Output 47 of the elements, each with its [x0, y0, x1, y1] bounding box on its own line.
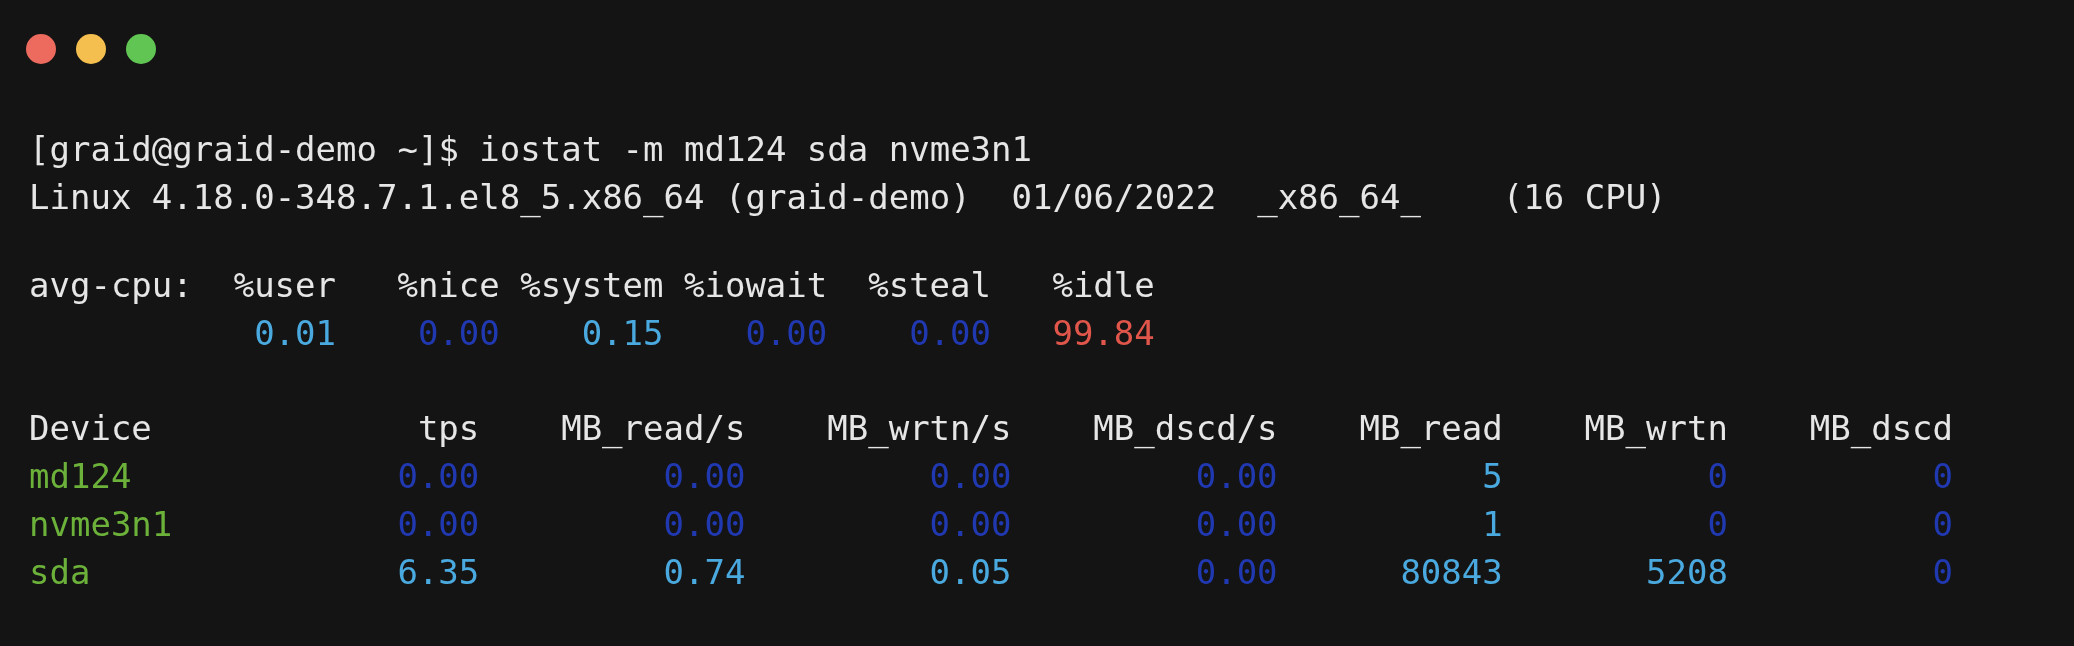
cpu-value: 99.84	[1052, 312, 1155, 355]
column-header: %system	[520, 264, 664, 307]
table-value: 0.05	[929, 551, 1012, 594]
column-header: Device	[29, 407, 152, 450]
column-header: MB_wrtn/s	[827, 407, 1012, 451]
table-value: 0.00	[397, 455, 480, 498]
table-value: 0.00	[929, 503, 1012, 546]
cpu-value: 0.15	[581, 312, 664, 355]
table-value: 0.00	[1195, 503, 1278, 546]
cpu-value: 0.00	[417, 312, 500, 355]
table-value: 0.00	[663, 455, 746, 498]
table-value: 5	[1482, 455, 1503, 498]
device-name: nvme3n1	[29, 503, 173, 546]
column-header: MB_wrtn	[1584, 407, 1728, 451]
table-value: 0.00	[397, 503, 480, 546]
table-value: 0.74	[663, 551, 746, 594]
cpu-value: 0.00	[909, 312, 992, 355]
column-header: %steal	[868, 264, 992, 307]
column-header: tps	[417, 407, 480, 450]
table-value: 0	[1932, 551, 1954, 594]
column-header: MB_dscd	[1809, 407, 1954, 451]
table-value: 1	[1482, 503, 1503, 546]
table-value: 0	[1707, 503, 1728, 546]
cpu-value: 0.00	[745, 312, 828, 355]
table-value: 0	[1707, 455, 1728, 498]
system-info-line: Linux 4.18.0-348.7.1.el8_5.x86_64 (graid-demo) 01/06/2022 _x86_64_ (16 CPU)	[29, 176, 1667, 220]
table-value: 5208	[1646, 551, 1728, 594]
table-value: 6.35	[397, 551, 480, 594]
table-value: 0.00	[663, 503, 746, 546]
column-header: MB_dscd/s	[1093, 407, 1278, 451]
cpu-value: 0.01	[254, 312, 337, 355]
device-name: sda	[29, 551, 91, 594]
cpu-label: avg-cpu:	[29, 264, 193, 307]
table-value: 0.00	[1195, 551, 1278, 594]
column-header: MB_read/s	[561, 407, 746, 451]
command-line: [graid@graid-demo ~]$ iostat -m md124 sda nvme3n1	[29, 128, 1033, 171]
column-header: %iowait	[684, 264, 828, 307]
column-header: %nice	[397, 264, 500, 307]
table-value: 0.00	[929, 455, 1012, 498]
column-header: MB_read	[1359, 407, 1503, 451]
table-value: 80843	[1400, 551, 1503, 594]
column-header: %idle	[1052, 264, 1155, 307]
table-value: 0	[1932, 455, 1954, 498]
table-value: 0	[1932, 503, 1954, 546]
column-header: %user	[233, 264, 337, 307]
table-value: 0.00	[1195, 455, 1278, 498]
device-name: md124	[29, 455, 132, 498]
